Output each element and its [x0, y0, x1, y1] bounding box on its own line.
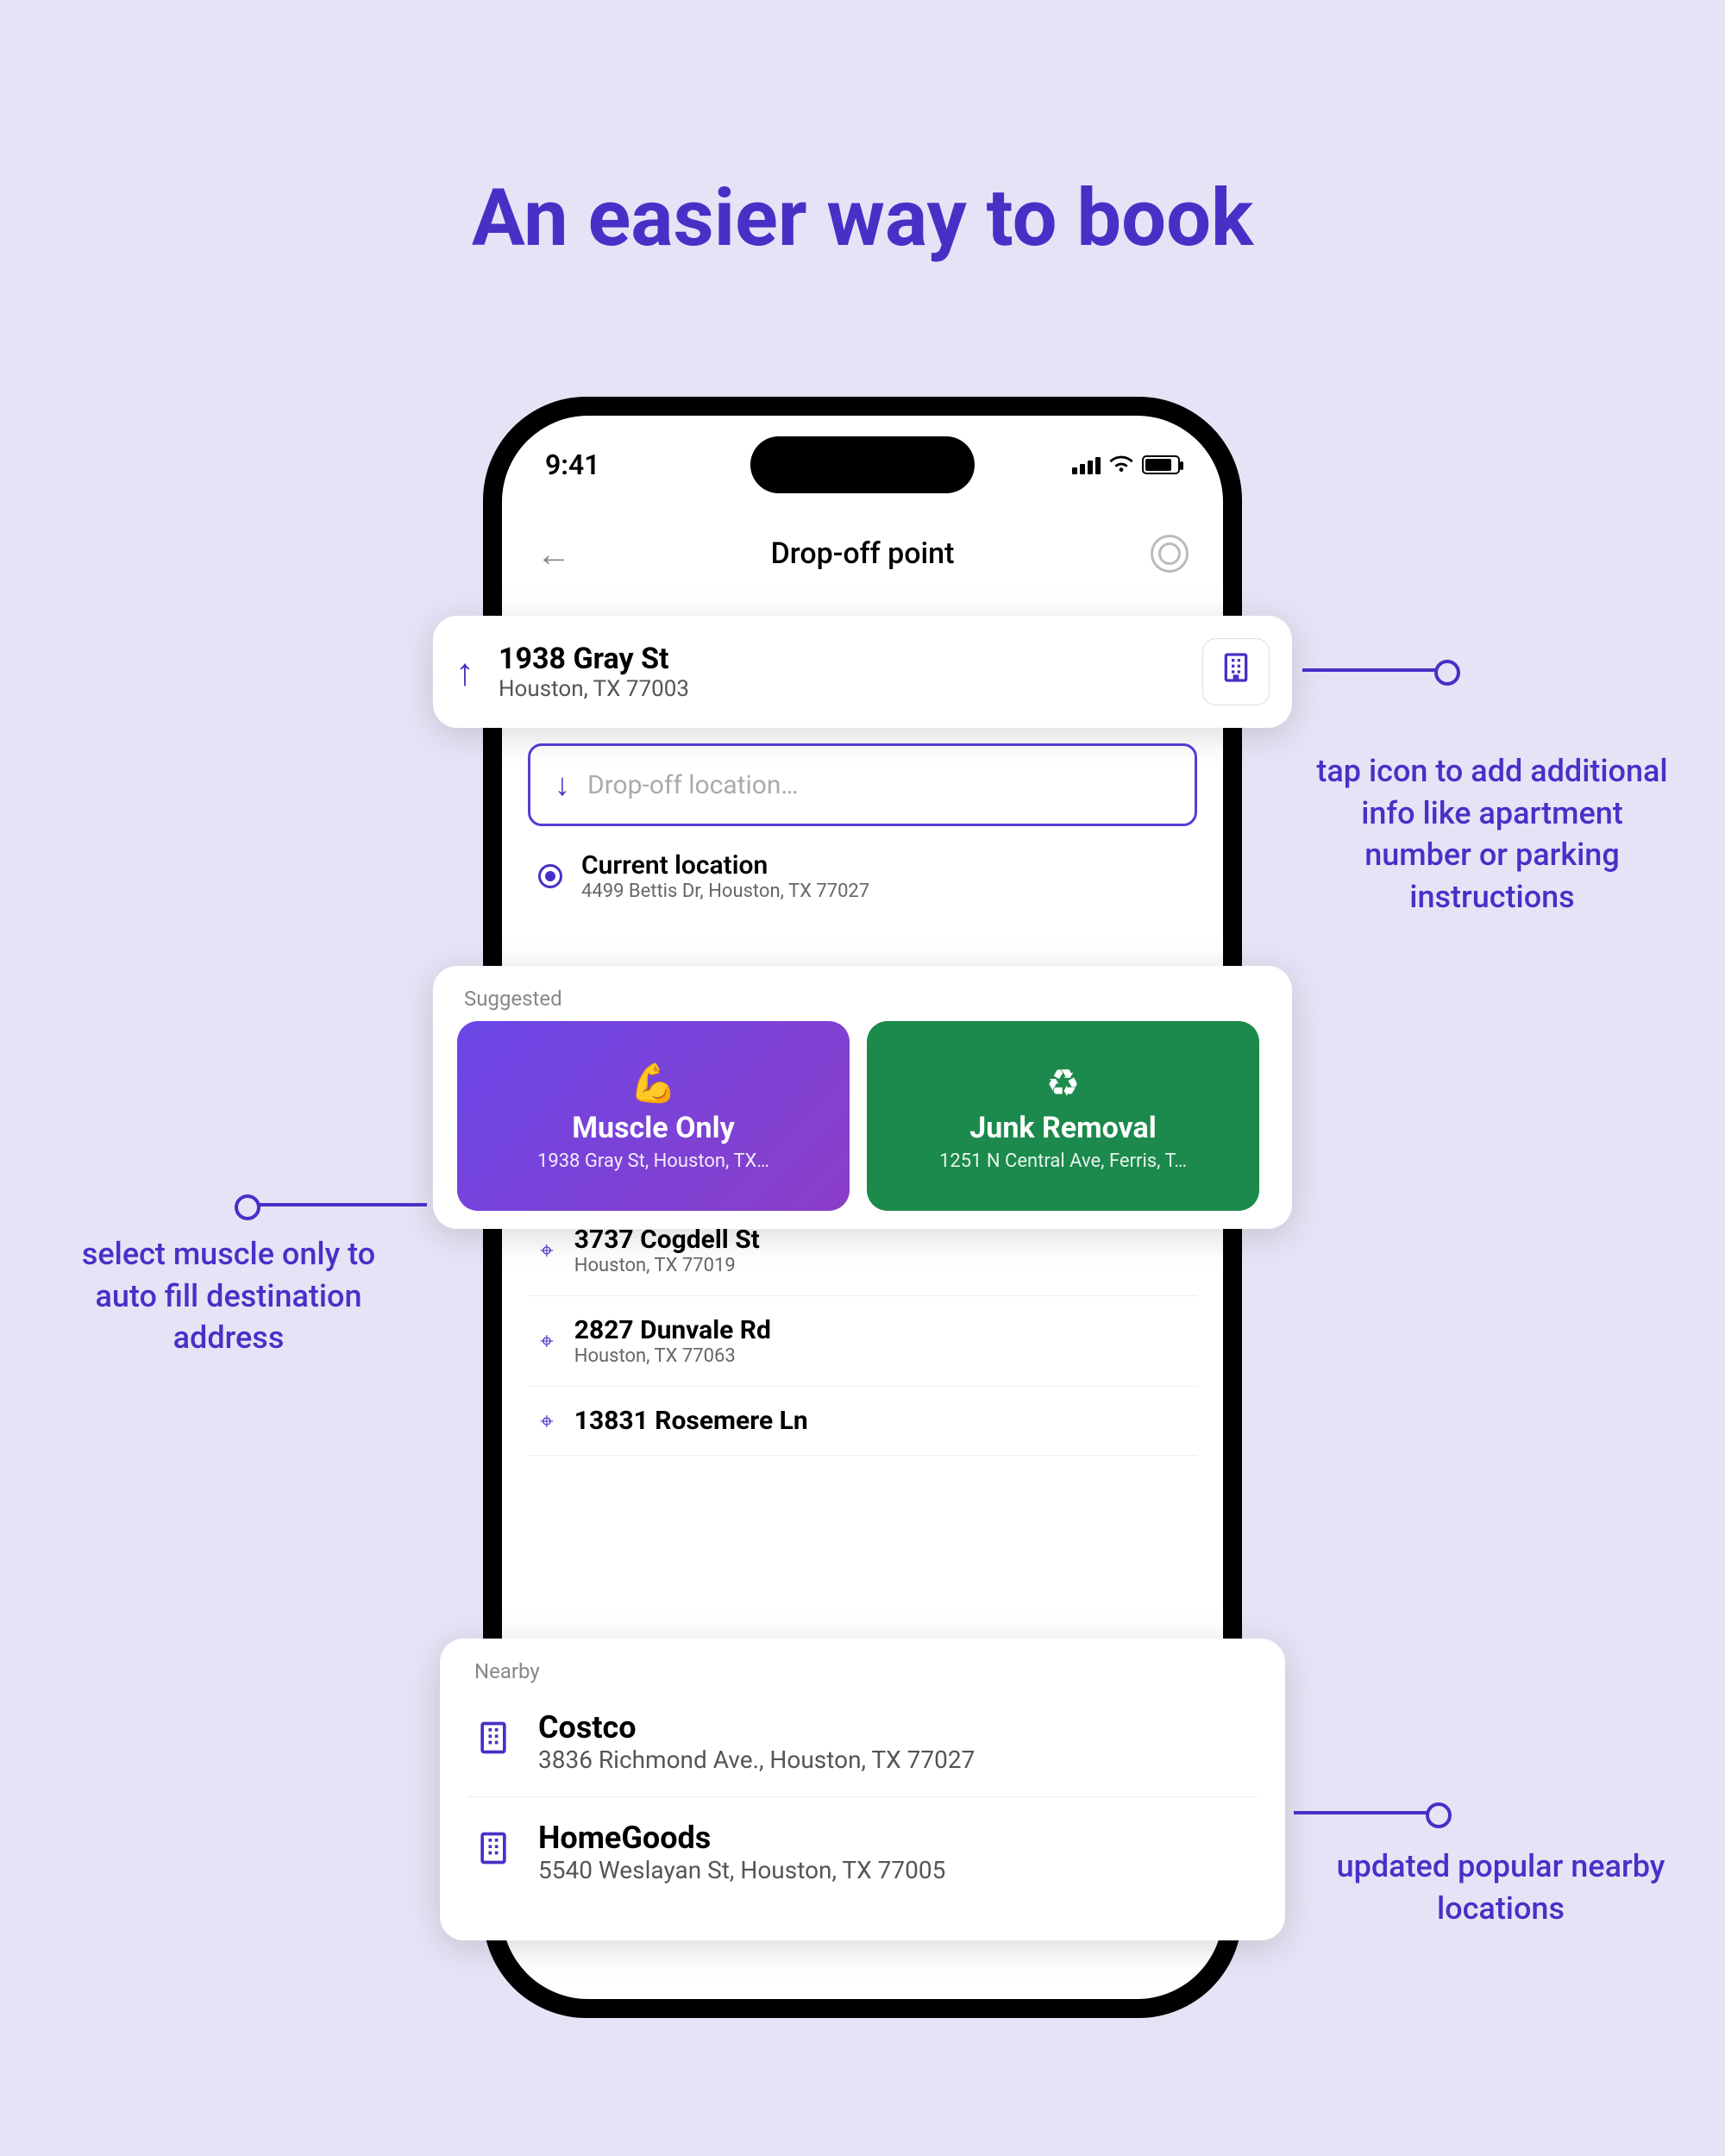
- recent-sub: Houston, TX 77019: [574, 1255, 760, 1276]
- connector-line: [242, 1203, 427, 1206]
- radio-selected-icon[interactable]: [538, 864, 562, 888]
- nearby-sub: 5540 Weslayan St, Houston, TX 77005: [538, 1856, 945, 1884]
- recent-title: 13831 Rosemere Ln: [574, 1406, 808, 1436]
- suggested-sub: 1251 N Central Ave, Ferris, T…: [889, 1150, 1237, 1172]
- pickup-line1: 1938 Gray St: [499, 642, 689, 676]
- callout-icon-info: tap icon to add additional info like apa…: [1311, 750, 1673, 918]
- nav-bar: ← Drop-off point: [502, 519, 1223, 588]
- arrow-up-icon: ↑: [455, 649, 474, 694]
- suggested-row: 💪 Muscle Only 1938 Gray St, Houston, TX……: [457, 1021, 1268, 1211]
- cellular-icon: [1072, 455, 1101, 474]
- dropoff-placeholder: Drop-off location…: [587, 770, 799, 800]
- connector-line: [1294, 1811, 1445, 1814]
- nearby-item[interactable]: Costco 3836 Richmond Ave., Houston, TX 7…: [467, 1687, 1258, 1797]
- nearby-sub: 3836 Richmond Ave., Houston, TX 77027: [538, 1745, 975, 1774]
- pin-icon: ⌖: [540, 1407, 554, 1436]
- pin-icon: ⌖: [540, 1236, 554, 1265]
- nearby-title: Costco: [538, 1709, 975, 1745]
- recent-sub: Houston, TX 77063: [574, 1345, 771, 1367]
- building-icon: [474, 1829, 512, 1876]
- recent-title: 2827 Dunvale Rd: [574, 1315, 771, 1345]
- current-location-title: Current location: [581, 850, 869, 881]
- current-location-sub: 4499 Bettis Dr, Houston, TX 77027: [581, 881, 869, 902]
- dropoff-input[interactable]: ↓ Drop-off location…: [528, 743, 1197, 826]
- battery-icon: [1142, 455, 1180, 474]
- nearby-card: Nearby Costco 3836 Richmond Ave., Housto…: [440, 1639, 1285, 1940]
- building-icon: [1219, 650, 1253, 693]
- muscle-icon: 💪: [630, 1061, 677, 1106]
- back-button[interactable]: ←: [536, 534, 571, 574]
- recycle-icon: ♻: [1046, 1061, 1080, 1106]
- status-time: 9:41: [545, 448, 600, 481]
- building-info-button[interactable]: [1202, 638, 1270, 705]
- current-location-row[interactable]: Current location 4499 Bettis Dr, Houston…: [528, 826, 1197, 926]
- hero-title: An easier way to book: [0, 172, 1725, 265]
- pickup-card[interactable]: ↑ 1938 Gray St Houston, TX 77003: [433, 616, 1292, 728]
- pin-icon: ⌖: [540, 1326, 554, 1356]
- help-icon[interactable]: [1151, 535, 1189, 573]
- pickup-line2: Houston, TX 77003: [499, 676, 689, 702]
- nearby-title: HomeGoods: [538, 1820, 945, 1856]
- callout-muscle: select muscle only to auto fill destinat…: [52, 1233, 405, 1359]
- arrow-down-icon: ↓: [555, 767, 570, 803]
- suggested-sub: 1938 Gray St, Houston, TX…: [480, 1150, 827, 1172]
- suggested-title: Muscle Only: [572, 1111, 734, 1145]
- status-bar: 9:41: [502, 442, 1223, 488]
- recent-item[interactable]: ⌖ 2827 Dunvale Rd Houston, TX 77063: [528, 1296, 1197, 1387]
- suggested-card: Suggested 💪 Muscle Only 1938 Gray St, Ho…: [433, 966, 1292, 1229]
- nav-title: Drop-off point: [771, 536, 955, 571]
- status-indicators: [1072, 455, 1180, 474]
- suggested-title: Junk Removal: [969, 1111, 1156, 1145]
- recent-title: 3737 Cogdell St: [574, 1225, 760, 1255]
- nearby-label: Nearby: [474, 1659, 1251, 1683]
- nearby-item[interactable]: HomeGoods 5540 Weslayan St, Houston, TX …: [467, 1797, 1258, 1907]
- suggested-label: Suggested: [464, 987, 1261, 1011]
- suggested-muscle-only[interactable]: 💪 Muscle Only 1938 Gray St, Houston, TX…: [457, 1021, 850, 1211]
- connector-line: [1302, 668, 1453, 672]
- building-icon: [474, 1719, 512, 1765]
- wifi-icon: [1109, 455, 1133, 474]
- recent-item[interactable]: ⌖ 13831 Rosemere Ln: [528, 1387, 1197, 1456]
- suggested-junk-removal[interactable]: ♻ Junk Removal 1251 N Central Ave, Ferri…: [867, 1021, 1259, 1211]
- callout-nearby: updated popular nearby locations: [1328, 1846, 1673, 1929]
